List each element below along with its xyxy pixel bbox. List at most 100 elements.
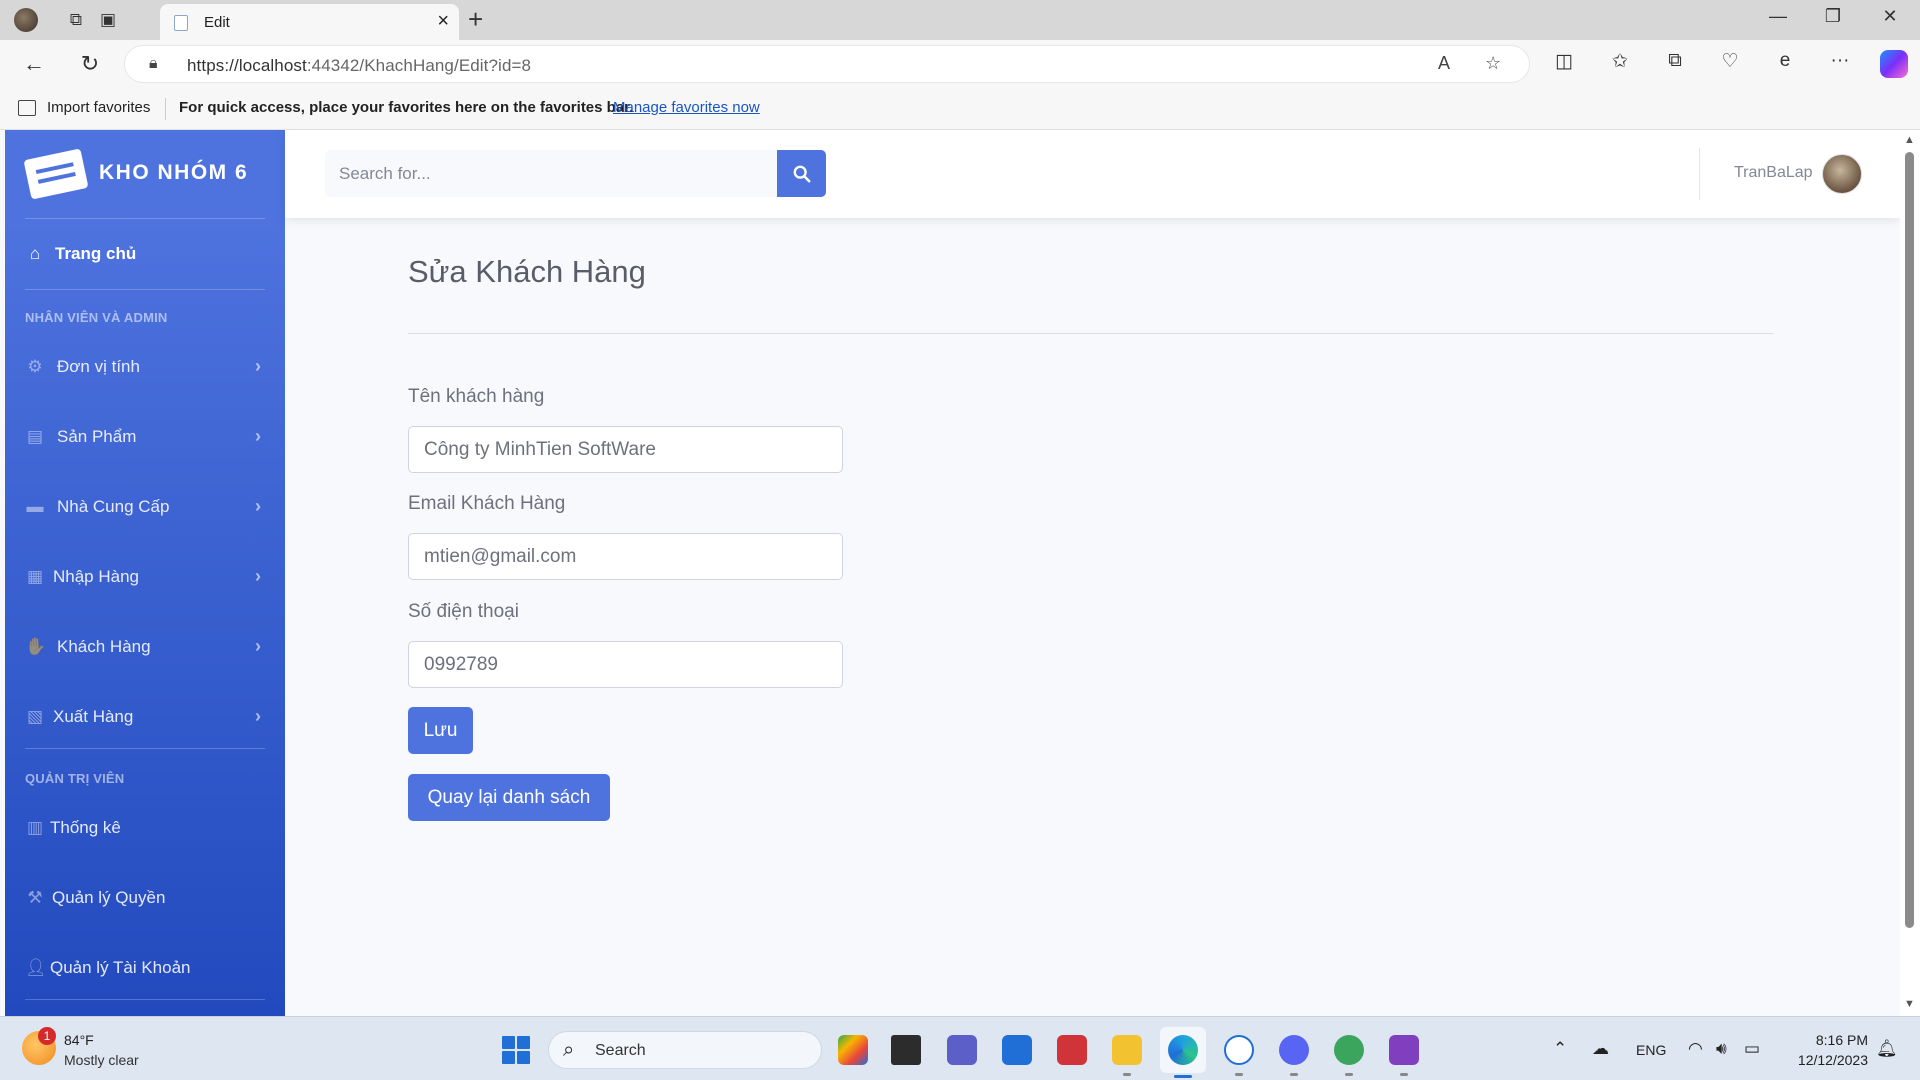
sidebar-item-accounts[interactable]: 👤︎ Quản lý Tài Khoản <box>5 946 285 990</box>
lock-icon[interactable]: 🔒︎ <box>149 55 158 73</box>
start-button[interactable] <box>502 1036 530 1064</box>
sidebar-item-products[interactable]: ▤ Sản Phẩm › <box>5 415 285 459</box>
restore-icon[interactable]: ❐ <box>1813 6 1853 27</box>
export-icon: ▧ <box>26 707 44 726</box>
wifi-icon[interactable]: ◠ <box>1688 1039 1703 1059</box>
language-indicator[interactable]: ENG <box>1636 1042 1666 1058</box>
close-window-icon[interactable]: ✕ <box>1870 6 1910 27</box>
workspaces-icon[interactable]: ⧉ <box>64 8 88 32</box>
scroll-up-icon[interactable]: ▲ <box>1904 134 1915 146</box>
sidebar-item-label: Khách Hàng <box>57 637 151 656</box>
user-name[interactable]: TranBaLap <box>1734 164 1813 182</box>
gavel-icon: ⚒ <box>27 888 43 907</box>
copilot-preview-app-icon[interactable] <box>838 1035 868 1065</box>
copilot-icon[interactable] <box>1880 50 1908 78</box>
scroll-down-icon[interactable]: ▼ <box>1904 998 1915 1010</box>
favorites-bar: Import favorites For quick access, place… <box>0 88 1920 130</box>
internet-explorer-mode-icon[interactable]: e <box>1771 50 1799 78</box>
sidebar-item-permissions[interactable]: ⚒ Quản lý Quyền <box>5 876 285 920</box>
address-bar[interactable]: 🔒︎ https://localhost:44342/KhachHang/Edi… <box>124 45 1530 83</box>
sidebar-heading-staff: NHÂN VIÊN VÀ ADMIN <box>25 310 168 325</box>
customer-name-label: Tên khách hàng <box>408 386 545 407</box>
more-menu-icon[interactable]: ··· <box>1826 50 1854 78</box>
minimize-icon[interactable]: — <box>1758 6 1798 27</box>
sidebar-item-suppliers[interactable]: ▬ Nhà Cung Cấp › <box>5 485 285 529</box>
mail-icon[interactable] <box>1002 1035 1032 1065</box>
tab-title: Edit <box>204 14 230 31</box>
sidebar-item-exports[interactable]: ▧ Xuất Hàng › <box>5 695 285 739</box>
back-to-list-button[interactable]: Quay lại danh sách <box>408 774 610 821</box>
sidebar-heading-admin: QUẢN TRỊ VIÊN <box>25 771 125 786</box>
home-icon: ⌂ <box>29 244 41 263</box>
browser-essentials-icon[interactable]: ♡ <box>1716 50 1744 78</box>
avatar[interactable] <box>1822 154 1862 194</box>
customer-email-field[interactable] <box>408 533 843 580</box>
collections-icon[interactable]: ⧉ <box>1661 50 1689 78</box>
profile-avatar[interactable] <box>14 8 38 32</box>
running-indicator <box>1235 1073 1243 1076</box>
volume-icon[interactable]: 🔊︎ <box>1716 1039 1727 1059</box>
visual-studio-icon[interactable] <box>1389 1035 1419 1065</box>
refresh-icon[interactable]: ↻ <box>74 48 106 80</box>
search-input[interactable] <box>325 150 777 197</box>
clock-date[interactable]: 12/12/2023 <box>1772 1052 1868 1068</box>
notification-bell-icon[interactable]: 🔔︎ <box>1876 1039 1898 1059</box>
chevron-right-icon: › <box>255 706 261 726</box>
tab-edit[interactable]: Edit × <box>160 4 459 40</box>
customer-email-label: Email Khách Hàng <box>408 493 566 514</box>
favorite-star-icon[interactable]: ☆ <box>1485 53 1501 74</box>
file-explorer-icon[interactable] <box>1112 1035 1142 1065</box>
manage-favorites-link[interactable]: Manage favorites now <box>613 99 760 116</box>
sidebar-item-imports[interactable]: ▦ Nhập Hàng › <box>5 555 285 599</box>
sidebar-item-statistics[interactable]: ▥ Thống kê <box>5 806 285 850</box>
onedrive-cloud-icon[interactable]: ☁ <box>1592 1039 1609 1059</box>
page-scrollbar[interactable]: ▲ ▼ <box>1900 130 1920 1016</box>
zalo-icon[interactable] <box>1224 1035 1254 1065</box>
dolly-icon: ▤ <box>26 427 44 446</box>
running-indicator <box>1345 1073 1353 1076</box>
search-button[interactable] <box>777 150 826 197</box>
back-arrow-icon[interactable]: ← <box>18 48 50 80</box>
taskbar-search-label: Search <box>595 1042 646 1059</box>
weather-description[interactable]: Mostly clear <box>64 1052 139 1068</box>
sidebar-item-home[interactable]: ⌂ Trang chủ <box>5 232 285 276</box>
tray-chevron-up-icon[interactable]: ⌃ <box>1553 1039 1567 1059</box>
sidebar-item-customers[interactable]: ✋ Khách Hàng › <box>5 625 285 669</box>
battery-icon[interactable]: ▭ <box>1744 1039 1760 1059</box>
split-screen-icon[interactable]: ◫ <box>1550 50 1578 78</box>
running-indicator <box>1400 1073 1408 1076</box>
tab-actions-icon[interactable]: ▣ <box>96 8 120 32</box>
teams-icon[interactable] <box>947 1035 977 1065</box>
favorites-message: For quick access, place your favorites h… <box>179 99 634 116</box>
office-app-icon[interactable] <box>1057 1035 1087 1065</box>
taskbar-search[interactable]: ⌕ Search <box>548 1031 822 1069</box>
import-favorites-icon[interactable] <box>18 100 36 116</box>
scrollbar-thumb[interactable] <box>1905 152 1914 928</box>
page-title: Sửa Khách Hàng <box>408 254 646 289</box>
sidebar-brand[interactable]: KHO NHÓM 6 <box>5 130 285 218</box>
weather-temperature[interactable]: 84°F <box>64 1032 94 1048</box>
truck-icon: ▬ <box>26 497 44 516</box>
chevron-right-icon: › <box>255 356 261 376</box>
read-aloud-icon[interactable]: A <box>1438 53 1450 74</box>
favorites-icon[interactable]: ✩ <box>1606 50 1634 78</box>
tab-close-icon[interactable]: × <box>437 10 449 33</box>
favorites-divider <box>165 98 166 120</box>
customer-phone-field[interactable] <box>408 641 843 688</box>
page-footer-strip <box>285 1000 1900 1016</box>
task-view-icon[interactable] <box>891 1035 921 1065</box>
url-text[interactable]: https://localhost:44342/KhachHang/Edit?i… <box>187 56 531 76</box>
import-favorites-button[interactable]: Import favorites <box>47 99 150 116</box>
save-button[interactable]: Lưu <box>408 707 473 754</box>
search-icon <box>793 165 810 182</box>
sidebar-item-label: Đơn vị tính <box>57 357 140 376</box>
discord-icon[interactable] <box>1279 1035 1309 1065</box>
sidebar-item-label: Xuất Hàng <box>53 707 134 726</box>
new-tab-icon[interactable]: + <box>468 4 483 35</box>
topbar-search <box>325 150 777 197</box>
coccoc-browser-icon[interactable] <box>1334 1035 1364 1065</box>
clock-time[interactable]: 8:16 PM <box>1772 1032 1868 1048</box>
edge-browser-icon[interactable] <box>1168 1035 1198 1065</box>
sidebar-item-units[interactable]: ⚙ Đơn vị tính › <box>5 345 285 389</box>
customer-name-field[interactable] <box>408 426 843 473</box>
